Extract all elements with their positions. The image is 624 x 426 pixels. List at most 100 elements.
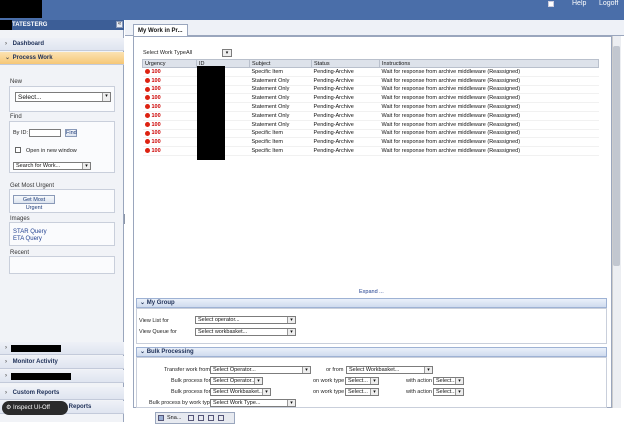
chevron-down-icon: ▾: [262, 389, 270, 395]
my-group-title: My Group: [146, 300, 175, 306]
bottom-toolbar: Sna...: [155, 412, 235, 424]
work-type-label: Select Work Type: [143, 50, 186, 56]
snapshot-tab[interactable]: Sna...: [167, 414, 181, 423]
select-value: Select workbasket...: [198, 329, 248, 335]
accordion-dashboard[interactable]: › Dashboard: [0, 38, 124, 51]
status-cell: Pending-Archive: [311, 85, 380, 95]
bulk-worktype-select[interactable]: Select... ▾: [345, 377, 379, 385]
view-queue-select[interactable]: Select workbasket... ▾: [195, 328, 296, 336]
chevron-down-icon: ⌄: [140, 300, 147, 306]
star-query-link[interactable]: STAR Query: [13, 229, 47, 235]
transfer-operator-select[interactable]: Select Operator... ▾: [210, 366, 311, 374]
select-value: Select...: [436, 378, 456, 384]
urgency-cell: 100: [142, 111, 197, 121]
status-cell: Pending-Archive: [311, 67, 380, 77]
status-cell: Pending-Archive: [311, 120, 380, 130]
subject-cell: Specific Item: [249, 129, 312, 139]
select-value: Select...: [348, 378, 368, 384]
alert-icon: [144, 121, 150, 127]
select-value: Select Work Type...: [213, 400, 261, 406]
urgency-cell: 100: [142, 137, 197, 148]
instructions-cell: Wait for response from archive middlewar…: [379, 76, 599, 86]
collapse-panel-button[interactable]: «: [116, 21, 123, 28]
window-icon[interactable]: [198, 415, 204, 421]
bulk-operator-select[interactable]: Select Operator... ▾: [210, 377, 263, 385]
chevron-down-icon: ▾: [287, 329, 295, 335]
column-header-instructions[interactable]: Instructions: [379, 59, 599, 68]
my-group-header[interactable]: ⌄ My Group: [136, 298, 607, 308]
urgency-value: 100: [151, 95, 161, 102]
inspect-ui-toggle[interactable]: ⚙ Inspect UI-Off: [2, 401, 68, 415]
bulk-for-label: Bulk process for: [171, 378, 211, 384]
with-action-label: with action: [406, 378, 432, 384]
scrollbar-thumb[interactable]: [613, 46, 620, 266]
accordion-monitor-activity[interactable]: › Monitor Activity: [0, 356, 124, 369]
expand-link[interactable]: Expand ...: [359, 289, 384, 295]
redacted-block: [11, 373, 71, 380]
subject-cell: Statement Only: [249, 76, 312, 86]
select-value: Select...: [18, 94, 42, 101]
window-icon[interactable]: [208, 415, 214, 421]
new-work-select[interactable]: Select... ▾: [15, 92, 111, 102]
alert-icon: [144, 148, 150, 154]
column-header-status[interactable]: Status: [311, 59, 380, 68]
view-list-select[interactable]: Select operator... ▾: [195, 316, 296, 324]
urgency-value: 100: [151, 68, 161, 75]
on-work-type-label-2: on work type: [313, 389, 345, 395]
window-icon[interactable]: [188, 415, 194, 421]
instructions-cell: Wait for response from archive middlewar…: [379, 129, 599, 139]
status-cell: Pending-Archive: [311, 76, 380, 86]
status-cell: Pending-Archive: [311, 93, 380, 104]
chevron-down-icon: ⌄: [140, 349, 147, 355]
inspect-label: Inspect UI-Off: [13, 405, 50, 411]
transfer-workbasket-select[interactable]: Select Workbasket... ▾: [346, 366, 433, 374]
by-id-label: By ID:: [13, 130, 28, 136]
bulk-worktype-select-2[interactable]: Select... ▾: [345, 388, 379, 396]
work-type-select[interactable]: ▾: [222, 49, 232, 57]
alert-icon: [144, 95, 150, 101]
help-link[interactable]: Help: [572, 0, 586, 8]
instructions-cell: Wait for response from archive middlewar…: [379, 137, 599, 148]
column-header-subject[interactable]: Subject: [249, 59, 312, 68]
subject-cell: Specific Item: [249, 137, 312, 148]
column-header-urgency[interactable]: Urgency: [142, 59, 197, 68]
accordion-custom-reports[interactable]: › Custom Reports: [0, 387, 124, 400]
instructions-cell: Wait for response from archive middlewar…: [379, 67, 599, 77]
select-value: Select Operator...: [213, 378, 256, 384]
logoff-link[interactable]: Logoff: [599, 0, 618, 8]
on-work-type-label: on work type: [313, 378, 345, 384]
chevron-down-icon: ▾: [302, 367, 310, 373]
redacted-logo: [0, 0, 42, 18]
open-new-window-checkbox[interactable]: [15, 147, 21, 153]
urgency-cell: 100: [142, 85, 197, 95]
bulk-action-select[interactable]: Select... ▾: [433, 377, 464, 385]
accordion-process-work[interactable]: ⌄ Process Work: [0, 52, 124, 65]
document-icon[interactable]: [548, 1, 554, 7]
eta-query-link[interactable]: ETA Query: [13, 236, 42, 242]
status-cell: Pending-Archive: [311, 129, 380, 139]
snapshot-icon[interactable]: [158, 415, 164, 421]
chevron-down-icon: ▾: [424, 367, 432, 373]
subject-cell: Statement Only: [249, 102, 312, 112]
chevron-right-icon: ›: [5, 41, 7, 47]
urgency-value: 100: [151, 86, 161, 93]
top-banner: Help Logoff: [0, 0, 624, 20]
open-new-window-label: Open in new window: [26, 148, 77, 154]
id-input[interactable]: [29, 129, 61, 137]
transfer-label: Transfer work from: [164, 367, 210, 373]
bulk-action-select-2[interactable]: Select... ▾: [433, 388, 464, 396]
urgency-value: 100: [151, 77, 161, 84]
chevron-right-icon: ›: [5, 359, 7, 365]
search-work-select[interactable]: Search for Work... ▾: [13, 162, 91, 170]
bulk-processing-header[interactable]: ⌄ Bulk Processing: [136, 347, 607, 357]
get-most-urgent-button[interactable]: Get Most Urgent: [13, 195, 55, 211]
bulk-by-type-select[interactable]: Select Work Type... ▾: [210, 399, 296, 407]
chevron-down-icon: ▾: [455, 378, 463, 384]
find-button[interactable]: Find: [65, 129, 77, 137]
window-icon[interactable]: [218, 415, 224, 421]
chevron-down-icon: ▾: [254, 378, 262, 384]
alert-icon: [144, 130, 150, 136]
bulk-workbasket-select[interactable]: Select Workbasket... ▾: [210, 388, 271, 396]
chevron-down-icon: ▾: [82, 163, 90, 169]
new-section-label: New: [10, 79, 23, 85]
